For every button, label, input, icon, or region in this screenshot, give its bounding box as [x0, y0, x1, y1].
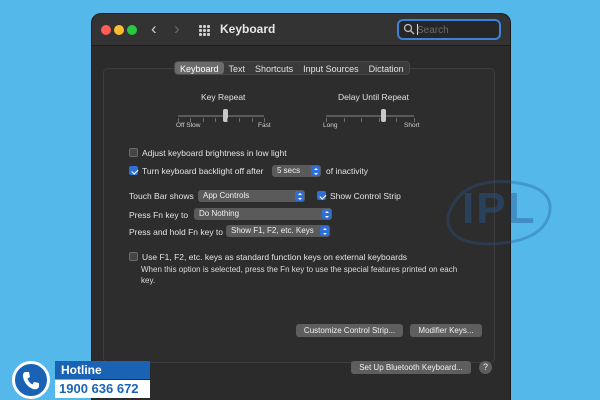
brightness-low-light-checkbox[interactable]: [129, 148, 138, 157]
watermark-brand: IPL: [462, 184, 537, 233]
hotline-number: 1900 636 672: [55, 380, 150, 398]
tab-bar: Keyboard Text Shortcuts Input Sources Di…: [174, 61, 410, 75]
phone-glyph: [22, 372, 39, 390]
backlight-off-checkbox[interactable]: [129, 166, 138, 175]
key-repeat-tick: [214, 118, 216, 122]
show-control-strip-label: Show Control Strip: [330, 191, 401, 201]
delay-max-label: Short: [404, 122, 420, 129]
key-repeat-tick: [178, 118, 179, 122]
key-repeat-track[interactable]: [178, 115, 264, 117]
delay-until-repeat-tick: [396, 118, 398, 122]
zoom-window-button[interactable]: [127, 25, 137, 35]
delay-until-repeat-tick: [414, 118, 415, 122]
tab-keyboard[interactable]: Keyboard: [175, 62, 224, 74]
delay-until-repeat-tick: [343, 118, 345, 122]
bluetooth-keyboard-button[interactable]: Set Up Bluetooth Keyboard...: [351, 361, 471, 374]
ipl-watermark-logo: IPL: [440, 172, 560, 252]
search-icon: [403, 23, 415, 35]
tab-shortcuts[interactable]: Shortcuts: [250, 62, 298, 74]
backlight-timeout-select[interactable]: 5 secs: [272, 165, 321, 177]
touch-bar-label: Touch Bar shows: [129, 191, 194, 201]
key-repeat-tick: [264, 118, 265, 122]
touch-bar-select[interactable]: App Controls: [198, 190, 305, 202]
delay-until-repeat-tick: [361, 118, 363, 122]
close-window-button[interactable]: [101, 25, 111, 35]
modifier-keys-button[interactable]: Modifier Keys...: [410, 324, 482, 337]
fn-key-value: Do Nothing: [199, 209, 240, 218]
fn-key-label: Press Fn key to: [129, 210, 189, 220]
chevron-right-icon[interactable]: ›: [174, 20, 180, 38]
touch-bar-value: App Controls: [203, 191, 250, 200]
chevron-left-icon[interactable]: ‹: [151, 20, 157, 38]
delay-until-repeat-label: Delay Until Repeat: [338, 92, 409, 102]
help-button[interactable]: ?: [479, 361, 492, 374]
tab-dictation[interactable]: Dictation: [364, 62, 409, 74]
hold-fn-key-value: Show F1, F2, etc. Keys: [231, 226, 314, 235]
search-field[interactable]: [397, 19, 501, 40]
phone-icon: [12, 361, 50, 399]
backlight-off-label: Turn keyboard backlight off after: [142, 166, 264, 176]
window-title: Keyboard: [220, 22, 276, 36]
delay-until-repeat-track[interactable]: [326, 115, 414, 117]
delay-until-repeat-slider-thumb[interactable]: [381, 109, 387, 122]
select-stepper-icon: [320, 226, 329, 236]
key-repeat-tick: [227, 118, 229, 122]
minimize-window-button[interactable]: [114, 25, 124, 35]
backlight-timeout-value: 5 secs: [277, 166, 301, 175]
customize-control-strip-button[interactable]: Customize Control Strip...: [296, 324, 403, 337]
select-stepper-icon: [322, 209, 331, 219]
key-repeat-tick: [190, 118, 192, 122]
hold-fn-key-select[interactable]: Show F1, F2, etc. Keys: [226, 225, 330, 237]
search-input[interactable]: [417, 23, 497, 37]
key-repeat-max-label: Fast: [258, 122, 271, 129]
key-repeat-tick: [202, 118, 204, 122]
tab-text[interactable]: Text: [224, 62, 251, 74]
fn-key-select[interactable]: Do Nothing: [194, 208, 332, 220]
delay-until-repeat-tick: [378, 118, 380, 122]
titlebar: ‹ › Keyboard: [92, 14, 510, 46]
grid-icon[interactable]: [199, 25, 210, 36]
hold-fn-key-label: Press and hold Fn key to: [129, 227, 224, 237]
key-repeat-tick: [239, 118, 241, 122]
tab-input-sources[interactable]: Input Sources: [298, 62, 364, 74]
standard-fn-keys-checkbox[interactable]: [129, 252, 138, 261]
delay-min-label: Long: [323, 122, 338, 129]
brightness-low-light-label: Adjust keyboard brightness in low light: [142, 148, 287, 158]
key-repeat-min-label: Off Slow: [176, 122, 201, 129]
select-stepper-icon: [295, 191, 304, 201]
show-control-strip-checkbox[interactable]: [317, 191, 326, 200]
hotline-banner[interactable]: Hotline 1900 636 672: [0, 352, 150, 400]
select-stepper-icon: [311, 166, 320, 176]
delay-until-repeat-tick: [326, 118, 327, 122]
key-repeat-tick: [251, 118, 253, 122]
standard-fn-keys-description: When this option is selected, press the …: [141, 265, 458, 285]
backlight-off-suffix: of inactivity: [326, 166, 369, 176]
hotline-label: Hotline: [55, 361, 150, 379]
key-repeat-label: Key Repeat: [201, 92, 246, 102]
standard-fn-keys-label: Use F1, F2, etc. keys as standard functi…: [142, 252, 408, 262]
